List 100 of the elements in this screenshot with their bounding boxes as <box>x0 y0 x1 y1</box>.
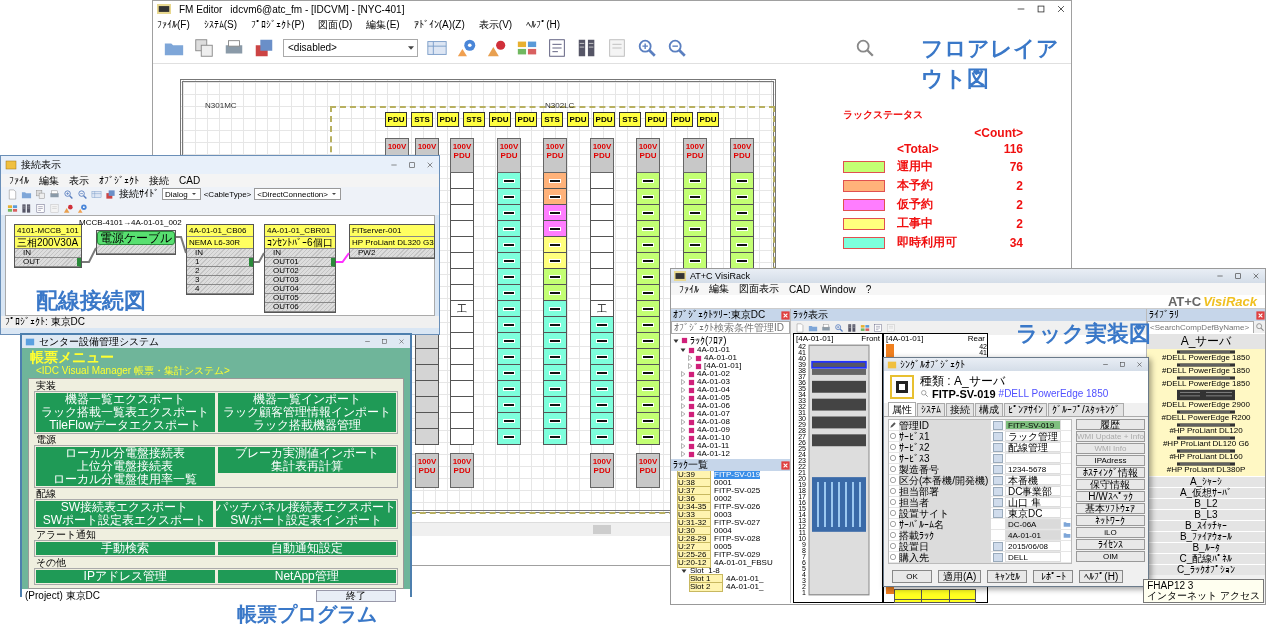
close-icon[interactable] <box>426 161 434 169</box>
field-value[interactable]: 山口 隼 <box>1005 497 1061 507</box>
report-button[interactable]: ローカル分電盤接続表 <box>36 447 215 460</box>
menu-item[interactable]: 図面(D) <box>318 17 353 32</box>
report-button[interactable]: IPアドレス管理 <box>36 570 215 583</box>
menu-item[interactable]: 接続 <box>149 173 169 188</box>
report-button[interactable]: SWポート設定表インポート <box>216 514 396 527</box>
document-icon[interactable] <box>886 323 896 333</box>
copy-icon[interactable] <box>193 36 215 59</box>
menu-item[interactable]: 図面表示 <box>739 282 779 296</box>
report-button[interactable]: ラック搭載機器管理 <box>217 419 396 432</box>
expand-toggle[interactable] <box>680 347 686 353</box>
menu-item[interactable]: 編集 <box>39 173 59 188</box>
connection-select[interactable]: <DirectConnection> <box>254 188 341 200</box>
minimize-icon[interactable] <box>364 338 371 345</box>
report-button[interactable]: ブレーカ実測値インポート <box>217 447 396 460</box>
expand-toggle[interactable] <box>680 371 686 377</box>
expand-toggle[interactable] <box>680 395 686 401</box>
item-label[interactable]: #DELL PowerEdge 1850 <box>1162 380 1250 388</box>
search-field[interactable]: ｵﾌﾞｼﾞｪｸﾄ検索条件管理ID <box>671 321 790 334</box>
tree-item[interactable]: 4A-01-02 <box>697 370 730 378</box>
tree-item[interactable]: 4A-01-03 <box>697 378 730 386</box>
tab[interactable]: 属性 <box>888 402 916 416</box>
report-button[interactable]: SW接続表エクスポート <box>36 501 213 514</box>
maximize-icon[interactable] <box>1234 272 1242 280</box>
dialog-button[interactable]: OK <box>892 569 932 583</box>
menu-item[interactable]: 表示(V) <box>478 17 513 32</box>
close-icon[interactable] <box>1056 4 1066 14</box>
side-button[interactable]: iLO <box>1076 527 1145 538</box>
item-label[interactable]: #DELL PowerEdge R200 <box>1161 414 1251 422</box>
menu-item[interactable]: 編集 <box>709 282 729 296</box>
field-value[interactable]: 本番機 <box>1005 475 1061 485</box>
field-value[interactable]: DELL <box>1005 552 1061 562</box>
layers-icon[interactable] <box>105 188 116 200</box>
side-button[interactable]: 保守情報 <box>1076 479 1145 490</box>
side-button[interactable]: OIM <box>1076 551 1145 562</box>
field-value[interactable]: FITP-SV-019 <box>1005 420 1061 430</box>
tree-item[interactable]: 4A-01-06 <box>697 402 730 410</box>
report-button[interactable]: 機器一覧インポート <box>217 393 396 406</box>
tab[interactable]: 接続 <box>946 403 974 416</box>
menu-item[interactable]: Window <box>820 283 856 295</box>
tiles-icon[interactable] <box>860 323 870 333</box>
expand-toggle[interactable] <box>680 419 686 425</box>
report-button[interactable]: 上位分電盤接続表 <box>36 460 215 473</box>
report-button[interactable]: NetApp管理 <box>217 570 396 583</box>
side-button[interactable]: ﾈｯﾄﾜｰｸ <box>1076 515 1145 526</box>
search-icon[interactable] <box>1255 322 1265 332</box>
dialog-button[interactable]: ｷｬﾝｾﾙ <box>987 569 1028 583</box>
menu-item[interactable]: ｵﾌﾞｼﾞｪｸﾄ <box>99 175 139 186</box>
layer-select[interactable]: <disabled> <box>283 38 418 57</box>
field-value[interactable]: 東京DC <box>1005 508 1061 518</box>
tree-item[interactable]: 4A-01-01 <box>704 354 737 362</box>
menu-item[interactable]: ﾍﾙﾌﾟ(H) <box>526 19 561 30</box>
report-button[interactable]: 自動通知設定 <box>217 542 396 555</box>
close-icon[interactable] <box>781 310 790 320</box>
search-icon[interactable] <box>920 389 929 398</box>
close-icon[interactable] <box>1256 310 1265 320</box>
menu-item[interactable]: 編集(E) <box>366 17 400 32</box>
field-value[interactable]: 2015/06/08 <box>1005 541 1061 551</box>
dialog-button[interactable]: ﾚﾎﾟｰﾄ <box>1033 569 1074 583</box>
tree-item[interactable]: 4A-01-07 <box>697 410 730 418</box>
item-label[interactable]: #HP ProLiant DL380P <box>1166 466 1246 474</box>
report-button[interactable]: パッチパネル接続表エクスポート <box>216 501 396 514</box>
menu-item[interactable]: CAD <box>179 175 201 186</box>
dialog-button[interactable]: 適用(A) <box>938 569 982 583</box>
expand-toggle[interactable] <box>680 411 686 417</box>
expand-toggle[interactable] <box>687 355 693 361</box>
tab[interactable]: ｸﾞﾙｰﾌﾟ/ｽﾀｯｷﾝｸﾞ <box>1048 403 1124 416</box>
menu-item[interactable]: ｼｽﾃﾑ(S) <box>203 19 238 30</box>
dropdown-arrow-icon[interactable] <box>330 190 338 198</box>
maximize-icon[interactable] <box>1119 361 1126 368</box>
minimize-icon[interactable] <box>1102 361 1109 368</box>
expand-toggle[interactable] <box>680 403 686 409</box>
field-value[interactable] <box>1005 453 1061 463</box>
menu-item[interactable]: ﾌｧｲﾙ <box>9 175 29 186</box>
tree-item[interactable]: ﾗｯｸ(ﾌﾛｱ) <box>690 336 727 345</box>
side-button[interactable]: 履歴 <box>1076 419 1145 430</box>
item-label[interactable]: #HP ProLiant DL120 <box>1169 427 1243 435</box>
close-icon[interactable] <box>1252 272 1260 280</box>
tab[interactable]: 構成 <box>975 403 1003 416</box>
menu-item[interactable]: ? <box>865 283 872 295</box>
field-value[interactable]: 1234-5678 <box>1005 464 1061 474</box>
expand-toggle[interactable] <box>673 337 679 344</box>
tree-item[interactable]: [4A-01-01] <box>704 362 742 370</box>
side-button[interactable]: IPAdress <box>1076 455 1145 466</box>
category-header[interactable]: C_ﾗｯｸｵﾌﾟｼｮﾝ <box>1147 564 1265 575</box>
side-button[interactable]: 基本ｿﾌﾄｳｪｱ <box>1076 503 1145 514</box>
expand-toggle[interactable] <box>680 379 686 385</box>
tree-item[interactable]: 4A-01-11 <box>697 442 730 450</box>
expand-toggle[interactable] <box>680 427 686 433</box>
tiles-icon[interactable] <box>7 202 18 214</box>
zoom-in-icon[interactable] <box>63 188 74 200</box>
item-label[interactable]: #DELL PowerEdge 1850 <box>1162 354 1250 362</box>
report-button[interactable]: TileFlowデータエクスポート <box>36 419 215 432</box>
menu-item[interactable]: CAD <box>789 283 811 295</box>
item-label[interactable]: #DELL PowerEdge 2900 <box>1162 401 1250 409</box>
side-button[interactable]: ﾎｽﾃｨﾝｸﾞ情報 <box>1076 467 1145 478</box>
tree-item[interactable]: 4A-01-04 <box>697 386 730 394</box>
report-button[interactable]: 手動検索 <box>36 542 215 555</box>
tree-item[interactable]: 4A-01-12 <box>697 450 730 458</box>
